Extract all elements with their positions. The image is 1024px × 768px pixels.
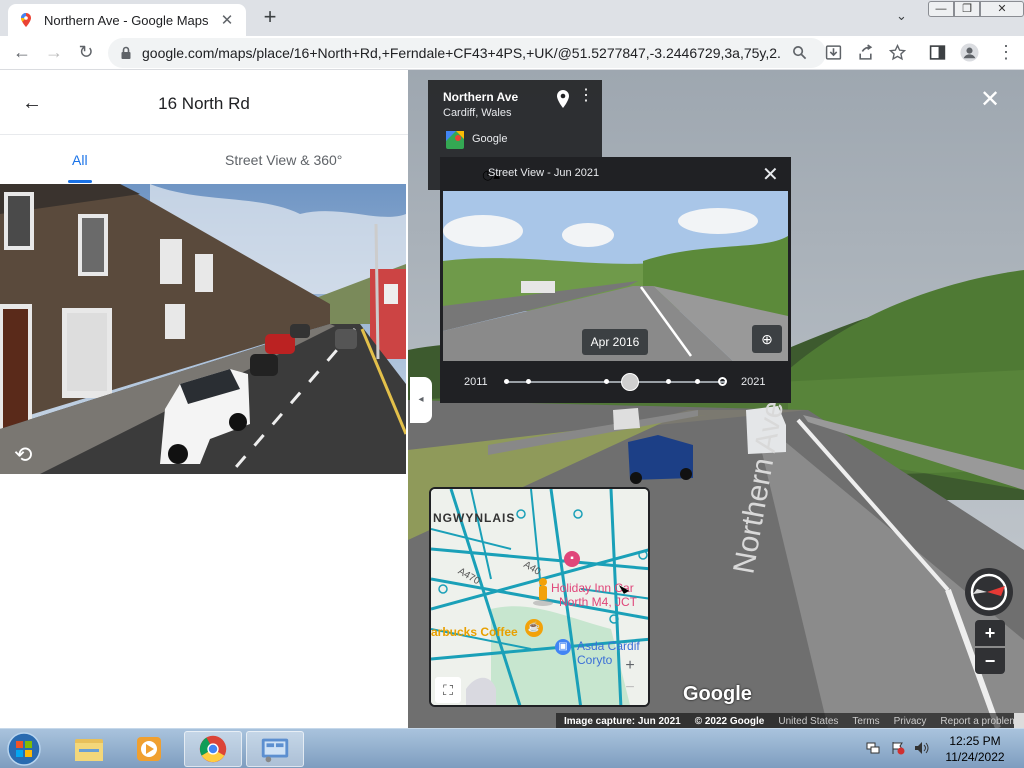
- map-pin-icon[interactable]: [555, 89, 571, 109]
- forward-button[interactable]: →: [41, 40, 67, 64]
- clock-date: 11/24/2022: [945, 750, 1005, 764]
- copyright-text: © 2022 Google: [694, 716, 765, 727]
- privacy-link[interactable]: Privacy: [894, 716, 927, 727]
- cafe-poi-icon[interactable]: ☕: [525, 619, 543, 637]
- time-machine-title: Street View - Jun 2021: [488, 167, 600, 179]
- terms-link[interactable]: Terms: [852, 716, 879, 727]
- timeline-point[interactable]: [526, 379, 531, 384]
- timeline-slider-handle[interactable]: [621, 373, 639, 391]
- system-clock[interactable]: 12:25 PM 11/24/2022: [938, 733, 1012, 765]
- timeline-point[interactable]: [604, 379, 609, 384]
- install-app-icon[interactable]: [825, 44, 842, 61]
- search-icon[interactable]: [792, 45, 807, 60]
- browser-menu-icon[interactable]: ⋮: [997, 42, 1015, 63]
- minimap-zoom-out-button[interactable]: −: [619, 679, 641, 697]
- action-center-flag-icon[interactable]: [891, 741, 905, 755]
- side-panel-icon[interactable]: [929, 44, 946, 61]
- compass-icon[interactable]: [965, 568, 1013, 616]
- zoom-out-button[interactable]: −: [975, 648, 1005, 674]
- windows-taskbar: 12:25 PM 11/24/2022: [0, 728, 1024, 768]
- scrollbar-corner: [1014, 713, 1024, 728]
- tab-close-icon[interactable]: ✕: [218, 11, 236, 29]
- google-maps-favicon-icon: [21, 13, 31, 27]
- divider: [0, 134, 408, 135]
- minimize-button[interactable]: —: [928, 1, 954, 17]
- rotate-360-icon[interactable]: ⟲: [14, 442, 32, 468]
- zoom-in-button[interactable]: +: [975, 620, 1005, 646]
- collapse-panel-button[interactable]: ◂: [410, 377, 432, 423]
- browser-toolbar: ← → ↻ google.com/maps/place/16+North+Rd,…: [0, 36, 1024, 70]
- street-photo-thumbnail[interactable]: [0, 184, 406, 474]
- clock-time: 12:25 PM: [949, 734, 1001, 748]
- map-label-store[interactable]: Asda Cardif: [577, 639, 640, 653]
- window-controls: — ❐ ✕: [928, 1, 1024, 17]
- timeline-end-year: 2021: [741, 376, 766, 388]
- tab-all[interactable]: All: [72, 152, 88, 168]
- map-label-hotel-2[interactable]: North M4, JCT: [559, 595, 637, 609]
- bookmark-star-icon[interactable]: [889, 44, 906, 61]
- timeline-point[interactable]: [666, 379, 671, 384]
- start-button-icon[interactable]: [4, 731, 44, 767]
- region-link[interactable]: United States: [778, 716, 838, 727]
- google-logo: Google: [683, 683, 752, 705]
- timeline-point[interactable]: [695, 379, 700, 384]
- street-name: Northern Ave: [443, 90, 519, 104]
- map-label-area: NGWYNLAIS: [433, 511, 516, 525]
- reload-button[interactable]: ↻: [73, 40, 99, 64]
- volume-icon[interactable]: [914, 741, 930, 755]
- timeline-track[interactable]: [506, 381, 726, 383]
- report-problem-link[interactable]: Report a problem: [940, 716, 1017, 727]
- share-icon[interactable]: [857, 44, 874, 61]
- timeline-point[interactable]: [504, 379, 509, 384]
- minimap[interactable]: NGWYNLAIS A470 A40 ▪ Holiday Inn Car Nor…: [429, 487, 650, 707]
- map-label-store-2[interactable]: Coryto: [577, 653, 612, 667]
- lock-icon: [121, 46, 131, 59]
- hotel-poi-icon[interactable]: ▪: [564, 551, 580, 567]
- place-title: 16 North Rd: [158, 94, 250, 113]
- tab-search-chevron-icon[interactable]: ⌄: [896, 8, 907, 24]
- url-text[interactable]: google.com/maps/place/16+North+Rd,+Fernd…: [142, 45, 782, 61]
- time-machine-close-icon[interactable]: ✕: [762, 162, 779, 187]
- tab-street-view-360[interactable]: Street View & 360°: [225, 152, 342, 168]
- active-tab-indicator: [68, 180, 92, 183]
- shopping-poi-icon[interactable]: ▣: [555, 639, 571, 655]
- minimap-zoom-in-button[interactable]: +: [619, 657, 641, 675]
- image-capture-date: Image capture: Jun 2021: [564, 716, 681, 727]
- place-side-panel: ← 16 North Rd All Street View & 360° ⟲: [0, 70, 408, 728]
- timeline-start-year: 2011: [464, 376, 488, 388]
- chrome-icon[interactable]: [184, 731, 242, 767]
- browser-tabstrip: Northern Ave - Google Maps ✕ + ⌄ — ❐ ✕: [0, 0, 1024, 36]
- profile-avatar-icon[interactable]: [960, 43, 979, 62]
- browser-tab[interactable]: Northern Ave - Google Maps ✕: [8, 4, 246, 36]
- timeline-current-marker[interactable]: [718, 377, 727, 386]
- network-tray-icon[interactable]: [866, 741, 880, 755]
- pegman-icon[interactable]: [531, 577, 555, 607]
- window-close-button[interactable]: ✕: [980, 1, 1024, 17]
- map-label-cafe[interactable]: arbucks Coffee: [431, 625, 518, 639]
- close-street-view-button[interactable]: ✕: [978, 88, 1002, 112]
- selected-date-badge: Apr 2016: [582, 329, 648, 355]
- new-tab-button[interactable]: +: [258, 6, 282, 28]
- back-button[interactable]: ←: [9, 40, 35, 64]
- zoom-preview-icon[interactable]: ⊕: [752, 325, 782, 353]
- more-options-icon[interactable]: ⋮: [578, 88, 594, 104]
- source-label: Google: [472, 133, 508, 145]
- terraced-street-photo: [0, 184, 406, 474]
- address-bar[interactable]: google.com/maps/place/16+North+Rd,+Fernd…: [108, 38, 826, 68]
- restore-button[interactable]: ❐: [954, 1, 980, 17]
- time-machine-panel: ◷▴ Street View - Jun 2021 ✕ Apr 2016 ⊕ 2…: [440, 157, 791, 403]
- file-explorer-icon[interactable]: [60, 731, 118, 767]
- fullscreen-icon[interactable]: ⛶: [435, 677, 461, 703]
- google-maps-logo-icon: [446, 131, 464, 149]
- control-panel-icon[interactable]: [246, 731, 304, 767]
- city-name: Cardiff, Wales: [443, 107, 512, 119]
- media-player-icon[interactable]: [120, 731, 178, 767]
- tab-title: Northern Ave - Google Maps: [44, 12, 209, 28]
